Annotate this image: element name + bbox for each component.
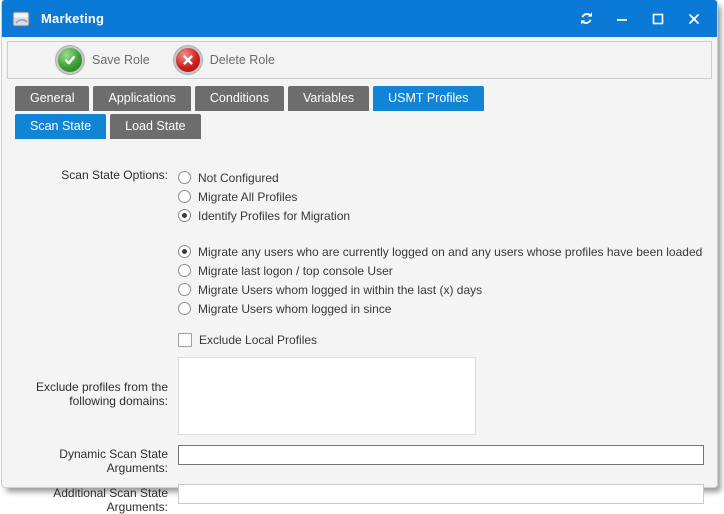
exclude-local-profiles-checkbox[interactable]: Exclude Local Profiles: [178, 330, 317, 349]
radio-icon: [178, 171, 191, 184]
radio-icon: [178, 245, 191, 258]
scan-state-options-row: Scan State Options: Not Configured Migra…: [2, 168, 717, 225]
radio-icon: [178, 209, 191, 222]
save-role-button[interactable]: Save Role: [56, 46, 150, 74]
exclude-local-profiles-row: Exclude Local Profiles: [2, 330, 717, 349]
minimize-icon: [616, 13, 628, 25]
dialog-window: Marketing: [2, 0, 717, 487]
dynamic-args-label: Dynamic Scan State Arguments:: [2, 445, 178, 475]
maximize-icon: [652, 13, 664, 25]
maximize-button[interactable]: [645, 7, 671, 31]
migrate-options-row: Migrate any users who are currently logg…: [2, 242, 717, 318]
radio-icon: [178, 283, 191, 296]
scan-state-options-label: Scan State Options:: [2, 168, 178, 225]
exclude-domains-row: Exclude profiles from the following doma…: [2, 357, 717, 435]
toolbar: Save Role Delete Role: [7, 41, 712, 79]
radio-icon: [178, 264, 191, 277]
refresh-icon: [579, 11, 594, 26]
minimize-button[interactable]: [609, 7, 635, 31]
subtab-scan-state[interactable]: Scan State: [15, 114, 106, 139]
save-check-icon: [56, 46, 84, 74]
radio-option-identify-profiles[interactable]: Identify Profiles for Migration: [178, 206, 350, 225]
delete-role-label: Delete Role: [210, 53, 275, 67]
dynamic-args-row: Dynamic Scan State Arguments:: [2, 445, 717, 475]
primary-options-group: Not Configured Migrate All Profiles Iden…: [178, 168, 350, 225]
radio-option-migrate-all-profiles[interactable]: Migrate All Profiles: [178, 187, 350, 206]
save-role-label: Save Role: [92, 53, 150, 67]
titlebar: Marketing: [2, 0, 717, 37]
migrate-options-group: Migrate any users who are currently logg…: [178, 242, 702, 318]
subtab-bar: Scan State Load State: [15, 114, 717, 139]
checkbox-icon: [178, 333, 192, 347]
tab-general[interactable]: General: [15, 86, 89, 111]
radio-option-last-x-days[interactable]: Migrate Users whom logged in within the …: [178, 280, 702, 299]
tab-conditions[interactable]: Conditions: [195, 86, 284, 111]
app-icon: [12, 10, 32, 28]
additional-args-input[interactable]: [178, 484, 704, 504]
exclude-domains-label: Exclude profiles from the following doma…: [2, 357, 178, 435]
subtab-load-state[interactable]: Load State: [110, 114, 200, 139]
radio-icon: [178, 302, 191, 315]
close-icon: [688, 13, 700, 25]
tab-variables[interactable]: Variables: [288, 86, 369, 111]
dynamic-args-input[interactable]: [178, 445, 704, 465]
tab-applications[interactable]: Applications: [93, 86, 190, 111]
delete-role-button[interactable]: Delete Role: [174, 46, 275, 74]
tab-bar: General Applications Conditions Variable…: [15, 86, 717, 111]
radio-option-migrate-logged-on[interactable]: Migrate any users who are currently logg…: [178, 242, 702, 261]
window-title: Marketing: [41, 11, 104, 26]
window-controls: [573, 7, 707, 31]
refresh-button[interactable]: [573, 7, 599, 31]
additional-args-label: Additional Scan State Arguments:: [2, 484, 178, 514]
exclude-domains-textarea[interactable]: [178, 357, 476, 435]
radio-option-not-configured[interactable]: Not Configured: [178, 168, 350, 187]
close-button[interactable]: [681, 7, 707, 31]
radio-option-logged-in-since[interactable]: Migrate Users whom logged in since: [178, 299, 702, 318]
delete-x-icon: [174, 46, 202, 74]
tab-usmt-profiles[interactable]: USMT Profiles: [373, 86, 483, 111]
scan-state-form: Scan State Options: Not Configured Migra…: [2, 168, 717, 514]
radio-option-last-logon[interactable]: Migrate last logon / top console User: [178, 261, 702, 280]
additional-args-row: Additional Scan State Arguments:: [2, 484, 717, 514]
radio-icon: [178, 190, 191, 203]
